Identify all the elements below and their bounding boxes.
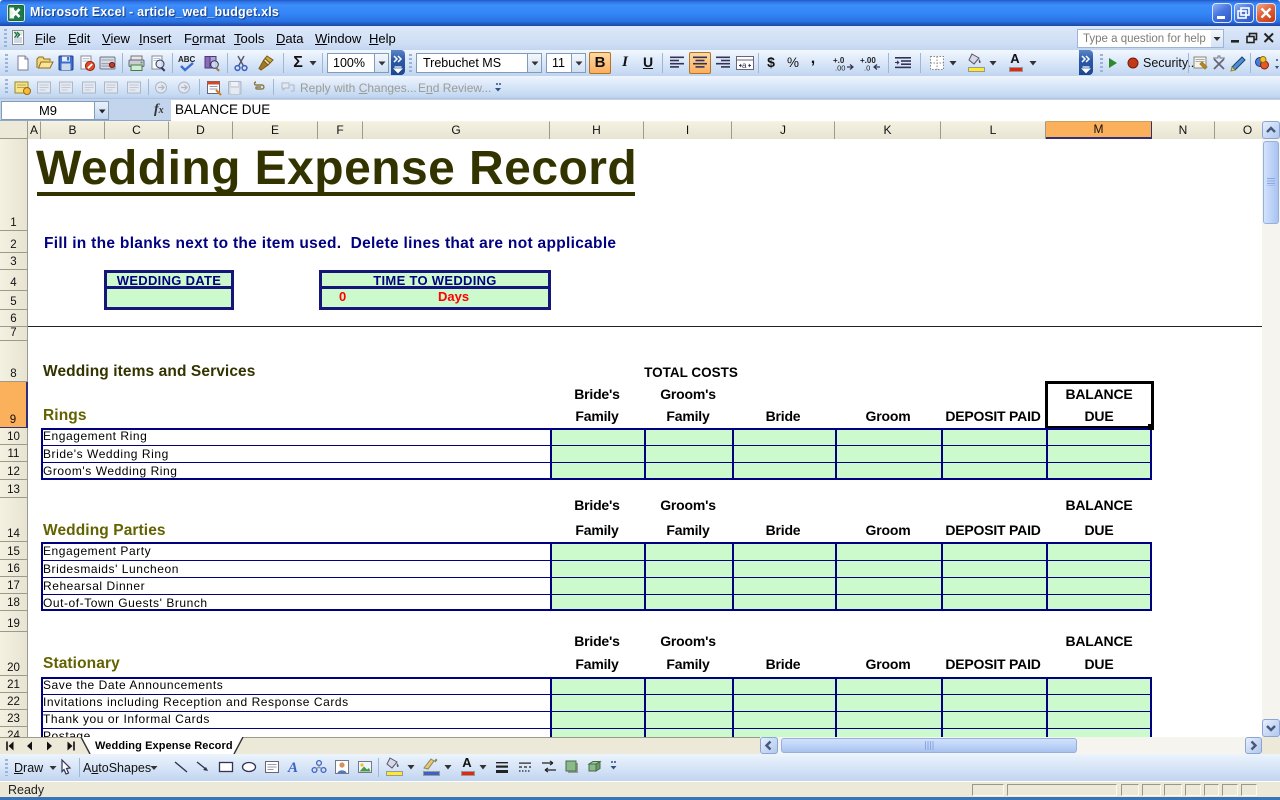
svg-text:A: A	[287, 760, 298, 776]
svg-text:.00: .00	[835, 64, 845, 73]
svg-text:ABC: ABC	[178, 55, 196, 64]
svg-text:.0: .0	[864, 64, 870, 73]
svg-text:a: a	[742, 61, 747, 70]
